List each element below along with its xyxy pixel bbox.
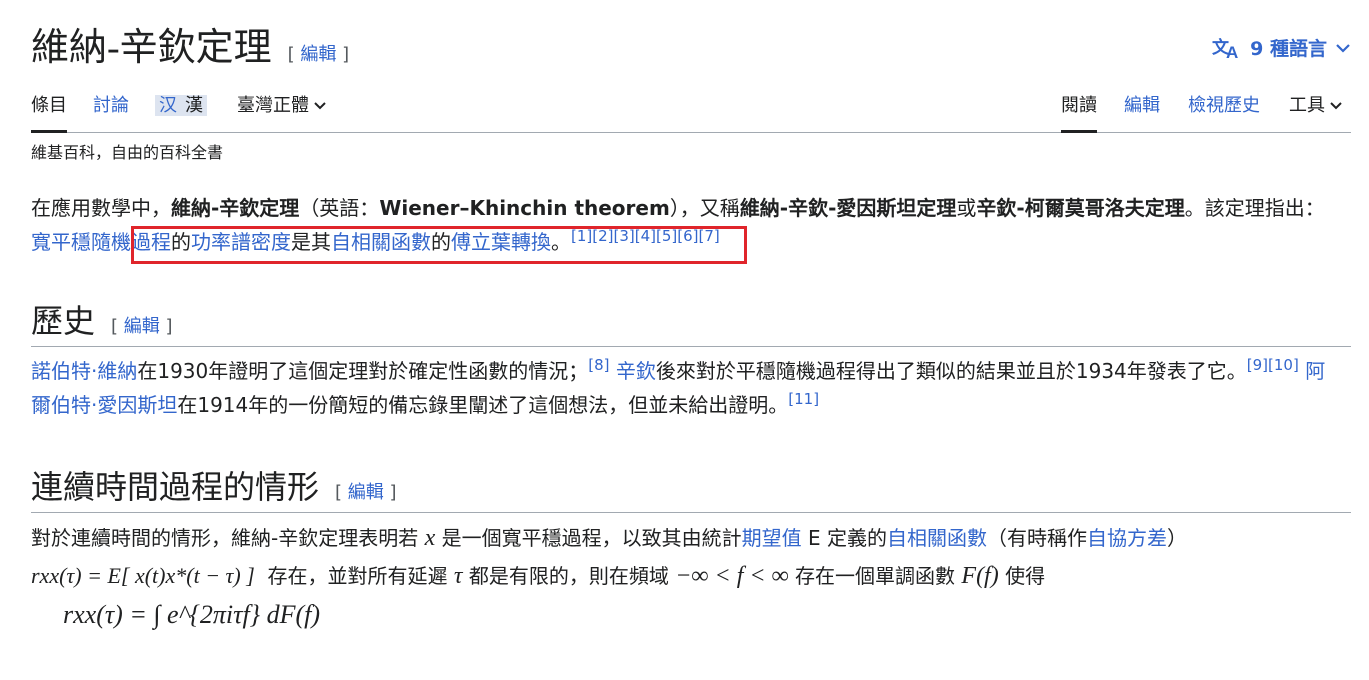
page-title-text: 維納-辛欽定理	[31, 27, 272, 69]
math-wiener-khinchin-formula: rxx(τ) = ∫ e^{2πiτf} dF(f)	[63, 600, 320, 629]
language-button-label: 9 種語言	[1250, 38, 1327, 60]
section-heading-text: 連續時間過程的情形	[31, 469, 320, 505]
math-tau: τ	[453, 563, 463, 589]
svg-text:A: A	[1226, 43, 1238, 60]
reference-link[interactable]: [8]	[588, 356, 609, 374]
section-edit: [ 編輯 ]	[111, 316, 173, 337]
continuous-text: 存在一個單調函數	[795, 564, 956, 588]
continuous-text: E 定義的	[807, 526, 887, 550]
variant-dropdown-label: 臺灣正體	[237, 95, 309, 116]
intro-text: 的	[171, 230, 191, 254]
intro-text: 是其	[291, 230, 331, 254]
variant-switcher: 汉漢	[155, 92, 207, 130]
intro-text: ），又稱	[669, 196, 740, 220]
history-text: 後來對於平穩隨機過程得出了類似的結果並且於1934年發表了它。	[655, 359, 1247, 383]
link-khinchin[interactable]: 辛欽	[616, 359, 656, 383]
link-wide-sense-stationary[interactable]: 寬平穩隨機過程	[31, 230, 171, 254]
continuous-text: （有時稱作	[986, 526, 1087, 550]
intro-text: 。	[551, 230, 571, 254]
bracket-close: ]	[389, 482, 397, 503]
page-title: 維納-辛欽定理 [ 編輯 ]	[31, 16, 349, 71]
continuous-text: 都是有限的，則在頻域	[468, 564, 669, 588]
section-edit: [ 編輯 ]	[335, 482, 397, 503]
bracket-open: [	[335, 482, 343, 503]
intro-text: 的	[431, 230, 451, 254]
intro-text: （英語：	[299, 196, 380, 220]
section-edit-link[interactable]: 編輯	[348, 482, 384, 503]
link-fourier-transform[interactable]: 傅立葉轉換	[451, 230, 551, 254]
bracket-open: [	[111, 316, 119, 337]
link-autocovariance[interactable]: 自協方差	[1087, 526, 1167, 550]
chevron-down-icon	[1335, 42, 1351, 54]
intro-text: 。該定理指出：	[1184, 196, 1325, 220]
title-edit-section: [ 編輯 ]	[288, 44, 350, 65]
bracket-close: ]	[165, 316, 173, 337]
chevron-down-icon	[1329, 92, 1343, 120]
tools-label: 工具	[1289, 95, 1325, 116]
chevron-down-icon	[313, 92, 327, 120]
intro-bold-term: 辛欽-柯爾莫哥洛夫定理	[976, 196, 1185, 220]
variant-simplified[interactable]: 汉	[155, 95, 181, 116]
continuous-text: ）	[1166, 526, 1187, 550]
math-x: x	[424, 525, 436, 551]
continuous-text: 是一個寬平穩過程，以致其由統計	[441, 526, 742, 550]
link-autocorrelation[interactable]: 自相關函數	[887, 526, 987, 550]
reference-link[interactable]: [9][10]	[1247, 356, 1299, 374]
site-tagline: 維基百科，自由的百科全書	[31, 143, 224, 162]
math-autocorrelation-definition: rxx(τ) = E[ x(t)x*(t − τ) ]	[31, 563, 255, 588]
bracket-open: [	[287, 44, 295, 65]
variant-dropdown[interactable]: 臺灣正體	[237, 92, 327, 120]
translate-icon: 文A	[1212, 36, 1242, 60]
tab-talk[interactable]: 討論	[93, 92, 129, 130]
bracket-close: ]	[342, 44, 350, 65]
reference-link[interactable]: [11]	[788, 390, 819, 408]
continuous-text: 對於連續時間的情形，維納-辛欽定理表明若	[31, 526, 419, 550]
variant-traditional[interactable]: 漢	[181, 95, 207, 116]
intro-bold-term: 維納-辛欽-愛因斯坦定理	[739, 196, 957, 220]
history-text: 在1914年的一份簡短的備忘錄里闡述了這個想法，但並未給出證明。	[177, 393, 789, 417]
math-F: F(f)	[961, 563, 999, 589]
intro-bold-term: 維納-辛欽定理	[171, 196, 300, 220]
section-heading-text: 歷史	[31, 303, 96, 339]
continuous-text: 存在，並對所有延遲	[267, 564, 448, 588]
link-expected-value[interactable]: 期望值	[742, 526, 802, 550]
continuous-paragraph: 對於連續時間的情形，維納-辛欽定理表明若 x 是一個寬平穩過程，以致其由統計期望…	[31, 519, 1341, 595]
intro-text: 或	[956, 196, 977, 220]
link-norbert-wiener[interactable]: 諾伯特·維納	[31, 359, 137, 383]
history-text: 在1930年證明了這個定理對於確定性函數的情況；	[137, 359, 589, 383]
language-button[interactable]: 文A 9 種語言	[1212, 34, 1351, 61]
section-heading-continuous: 連續時間過程的情形 [ 編輯 ]	[31, 462, 1351, 513]
reference-links[interactable]: [1][2][3][4][5][6][7]	[571, 227, 720, 245]
tab-article[interactable]: 條目	[31, 92, 67, 133]
section-heading-history: 歷史 [ 編輯 ]	[31, 296, 1351, 347]
tab-history[interactable]: 檢視歷史	[1188, 92, 1260, 130]
math-frequency-range: −∞ < f < ∞	[675, 563, 789, 589]
tools-dropdown[interactable]: 工具	[1289, 92, 1343, 120]
intro-text: 在應用數學中，	[31, 196, 171, 220]
link-power-spectral-density[interactable]: 功率譜密度	[191, 230, 291, 254]
intro-english-name: Wiener–Khinchin theorem	[379, 196, 670, 220]
continuous-text: 使得	[1005, 564, 1046, 588]
link-autocorrelation[interactable]: 自相關函數	[331, 230, 431, 254]
section-edit-link[interactable]: 編輯	[124, 316, 160, 337]
intro-paragraph: 在應用數學中，維納-辛欽定理（英語：Wiener–Khinchin theore…	[31, 191, 1341, 259]
tab-edit[interactable]: 編輯	[1124, 92, 1160, 130]
title-edit-link[interactable]: 編輯	[300, 44, 336, 65]
history-paragraph: 諾伯特·維納在1930年證明了這個定理對於確定性函數的情況；[8] 辛欽後來對於…	[31, 354, 1341, 422]
tab-read[interactable]: 閱讀	[1061, 92, 1097, 133]
page-tabs: 條目 討論 汉漢 臺灣正體 閱讀 編輯 檢視歷史 工具	[31, 92, 1351, 133]
